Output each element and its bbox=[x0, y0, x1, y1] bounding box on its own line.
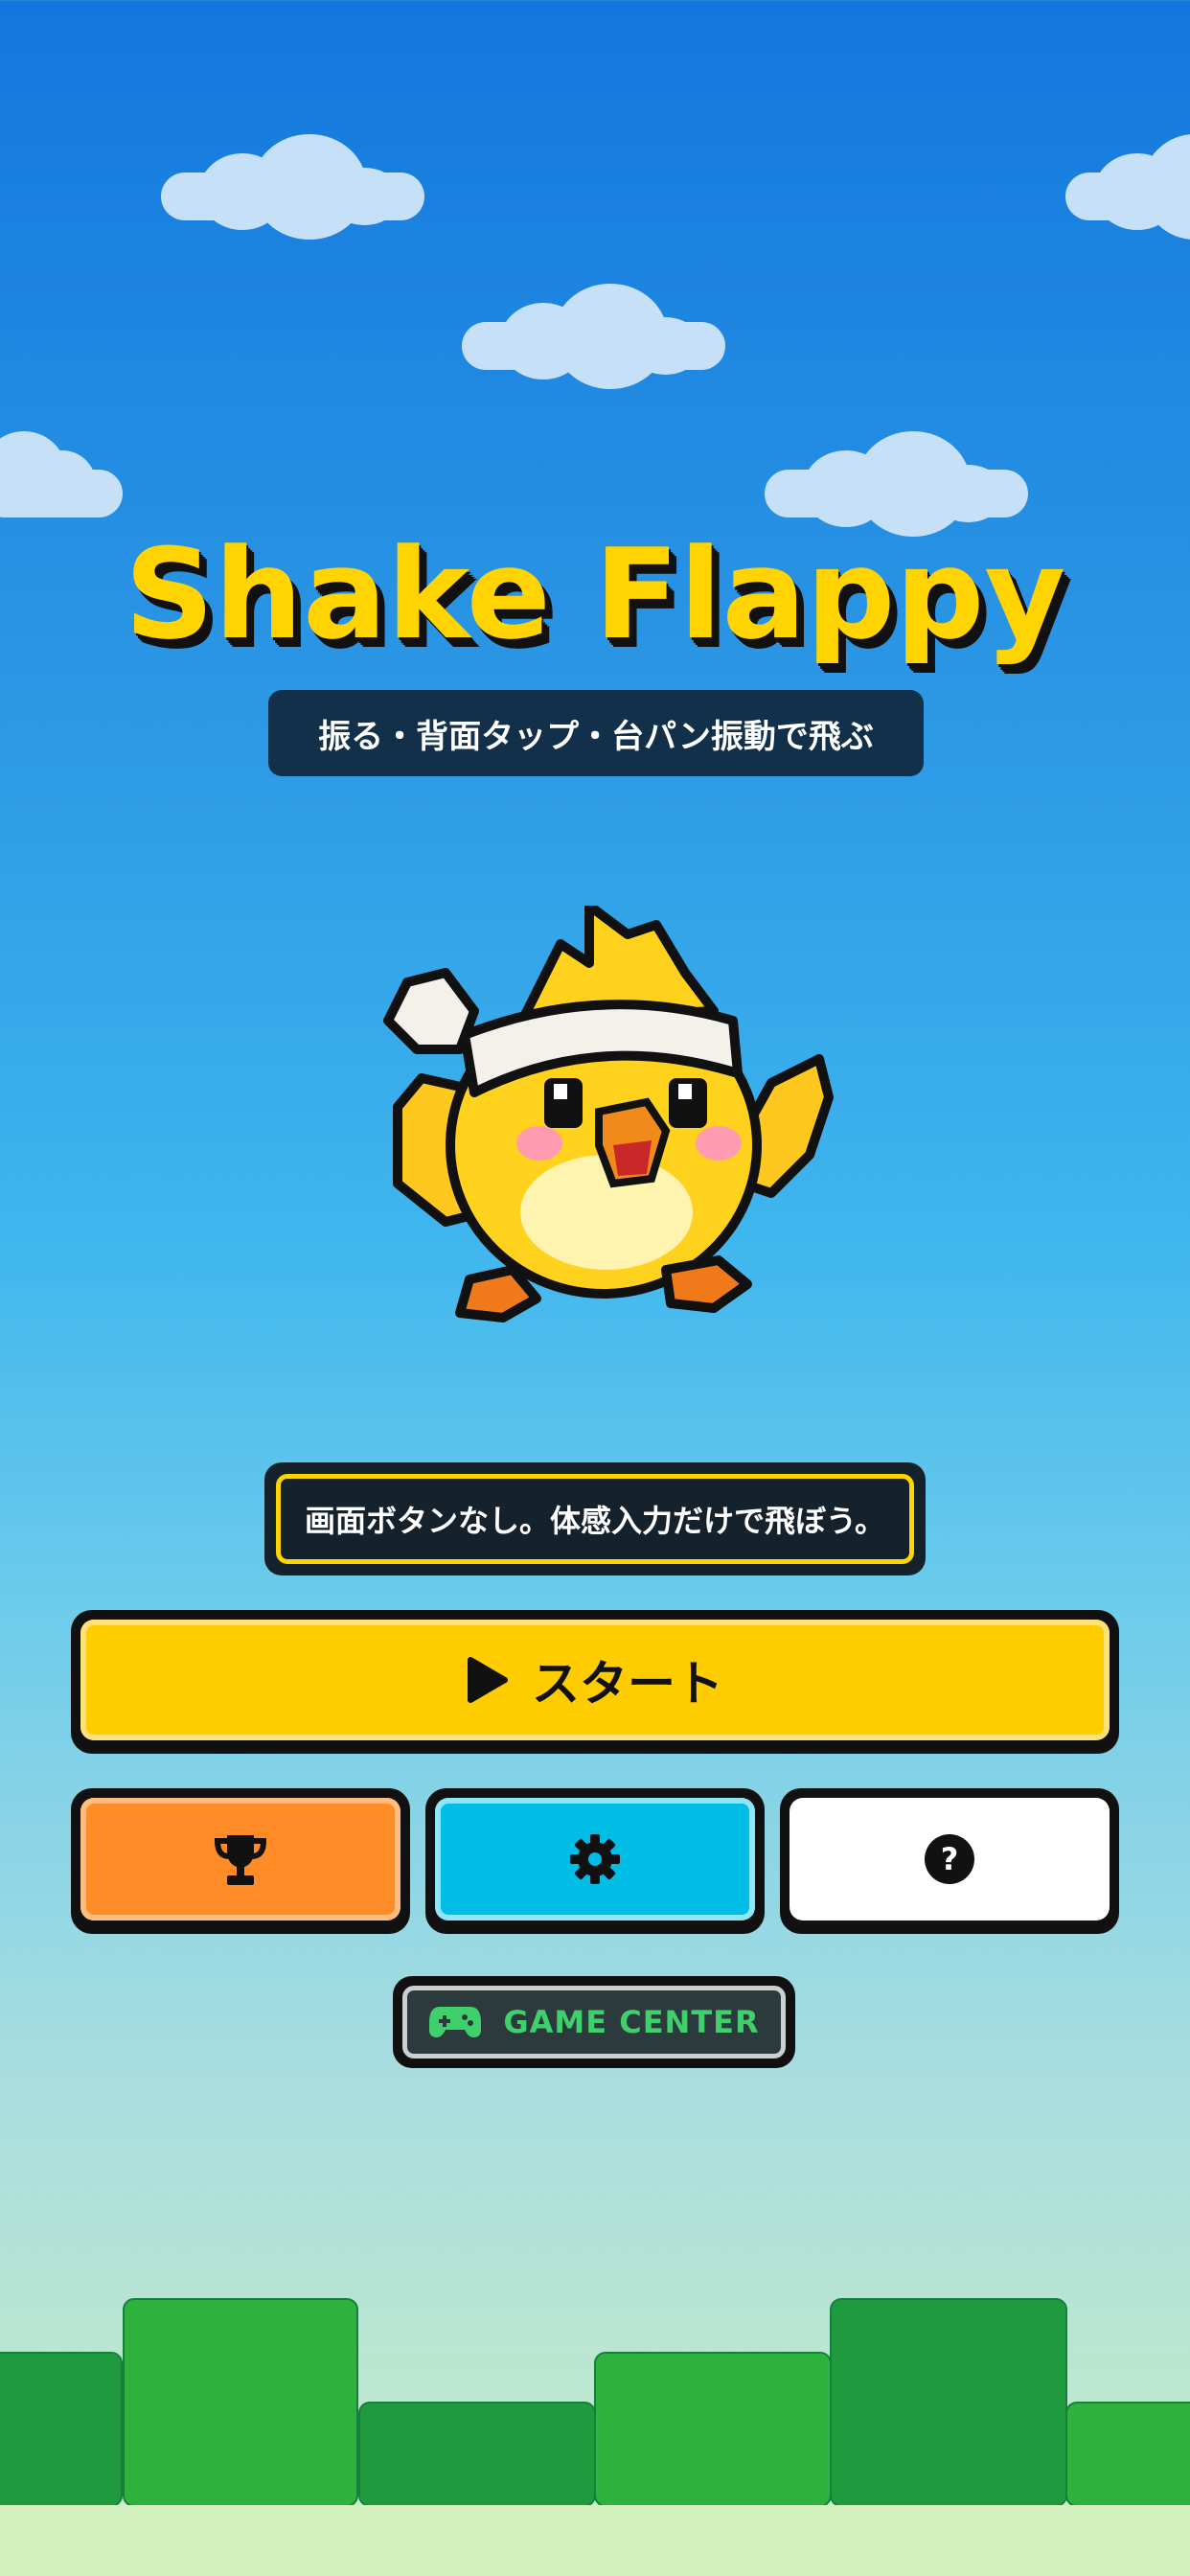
chick-mascot-icon bbox=[383, 906, 834, 1322]
cloud bbox=[462, 284, 725, 389]
start-button-label: スタート bbox=[532, 1656, 723, 1712]
trophy-icon bbox=[214, 1835, 267, 1885]
hint-banner: 画面ボタンなし。体感入力だけで飛ぼう。 bbox=[264, 1462, 926, 1576]
play-icon bbox=[468, 1657, 508, 1703]
cloud bbox=[161, 134, 424, 240]
gamepad-icon bbox=[429, 2007, 482, 2037]
game-center-button[interactable]: GAME CENTER bbox=[393, 1976, 795, 2068]
subtitle-banner: 振る・背面タップ・台パン振動で飛ぶ bbox=[268, 690, 924, 776]
gear-icon bbox=[570, 1834, 620, 1884]
cloud bbox=[765, 431, 1028, 537]
ground-block bbox=[0, 2352, 123, 2507]
cloud bbox=[1065, 134, 1190, 240]
question-icon: ? bbox=[925, 1834, 974, 1884]
ground-block bbox=[1065, 2402, 1190, 2507]
ground-strip bbox=[0, 2505, 1190, 2576]
leaderboard-button[interactable] bbox=[71, 1788, 410, 1934]
settings-button[interactable] bbox=[425, 1788, 765, 1934]
hint-text: 画面ボタンなし。体感入力だけで飛ぼう。 bbox=[304, 1503, 886, 1539]
help-button[interactable]: ? bbox=[780, 1788, 1119, 1934]
game-title: Shake Flappy bbox=[124, 521, 1066, 667]
subtitle-text: 振る・背面タップ・台パン振動で飛ぶ bbox=[318, 717, 874, 756]
game-center-label: GAME CENTER bbox=[503, 2004, 760, 2040]
ground-block bbox=[358, 2402, 596, 2507]
ground-block bbox=[123, 2298, 358, 2507]
ground-block bbox=[830, 2298, 1067, 2507]
svg-text:?: ? bbox=[941, 1841, 959, 1877]
cloud bbox=[0, 431, 123, 518]
ground-block bbox=[594, 2352, 832, 2507]
start-button[interactable]: スタート bbox=[71, 1610, 1119, 1754]
